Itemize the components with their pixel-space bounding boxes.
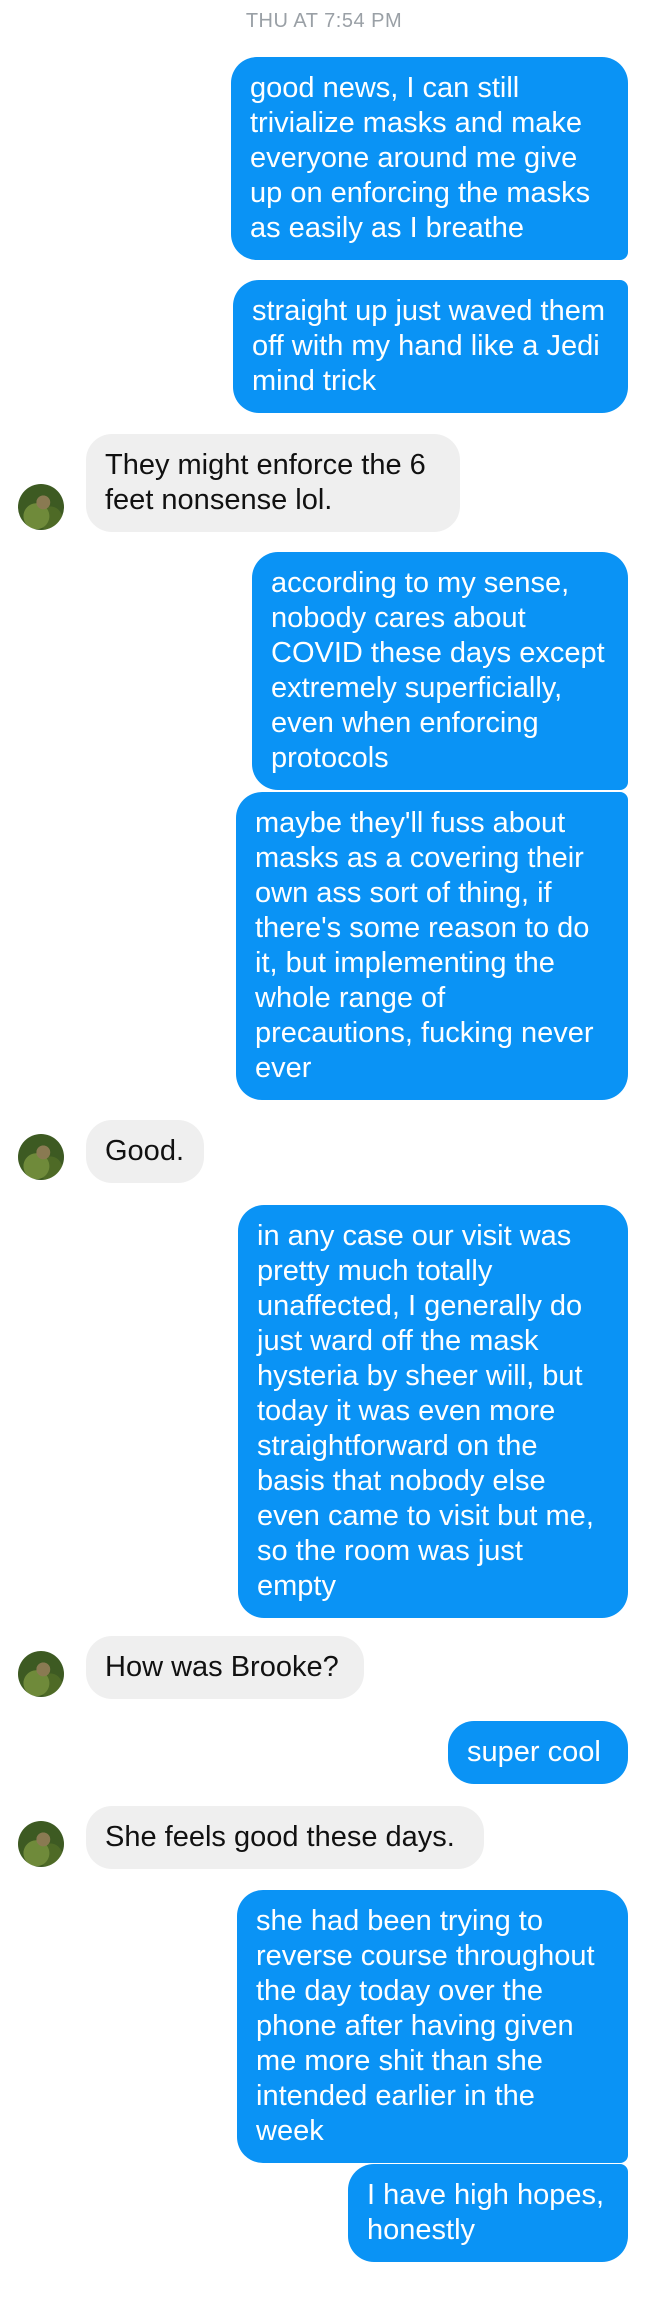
message-bubble-outgoing[interactable]: straight up just waved them off with my … — [233, 280, 628, 413]
message-bubble-incoming[interactable]: How was Brooke? — [86, 1636, 364, 1699]
message-bubble-incoming[interactable]: They might enforce the 6 feet nonsense l… — [86, 434, 460, 532]
message-bubble-outgoing[interactable]: according to my sense, nobody cares abou… — [252, 552, 628, 790]
message-bubble-outgoing[interactable]: I have high hopes, honestly — [348, 2164, 628, 2262]
message-bubble-outgoing[interactable]: maybe they'll fuss about masks as a cove… — [236, 792, 628, 1100]
message-bubble-outgoing[interactable]: in any case our visit was pretty much to… — [238, 1205, 628, 1618]
contact-avatar[interactable] — [18, 1821, 64, 1867]
message-bubble-outgoing[interactable]: super cool — [448, 1721, 628, 1784]
message-bubble-outgoing[interactable]: she had been trying to reverse course th… — [237, 1890, 628, 2163]
message-bubble-incoming[interactable]: Good. — [86, 1120, 204, 1183]
message-bubble-outgoing[interactable]: good news, I can still trivialize masks … — [231, 57, 628, 260]
contact-avatar[interactable] — [18, 1651, 64, 1697]
contact-avatar[interactable] — [18, 484, 64, 530]
contact-avatar[interactable] — [18, 1134, 64, 1180]
message-bubble-incoming[interactable]: She feels good these days. — [86, 1806, 484, 1869]
conversation-timestamp: THU AT 7:54 PM — [245, 10, 403, 32]
